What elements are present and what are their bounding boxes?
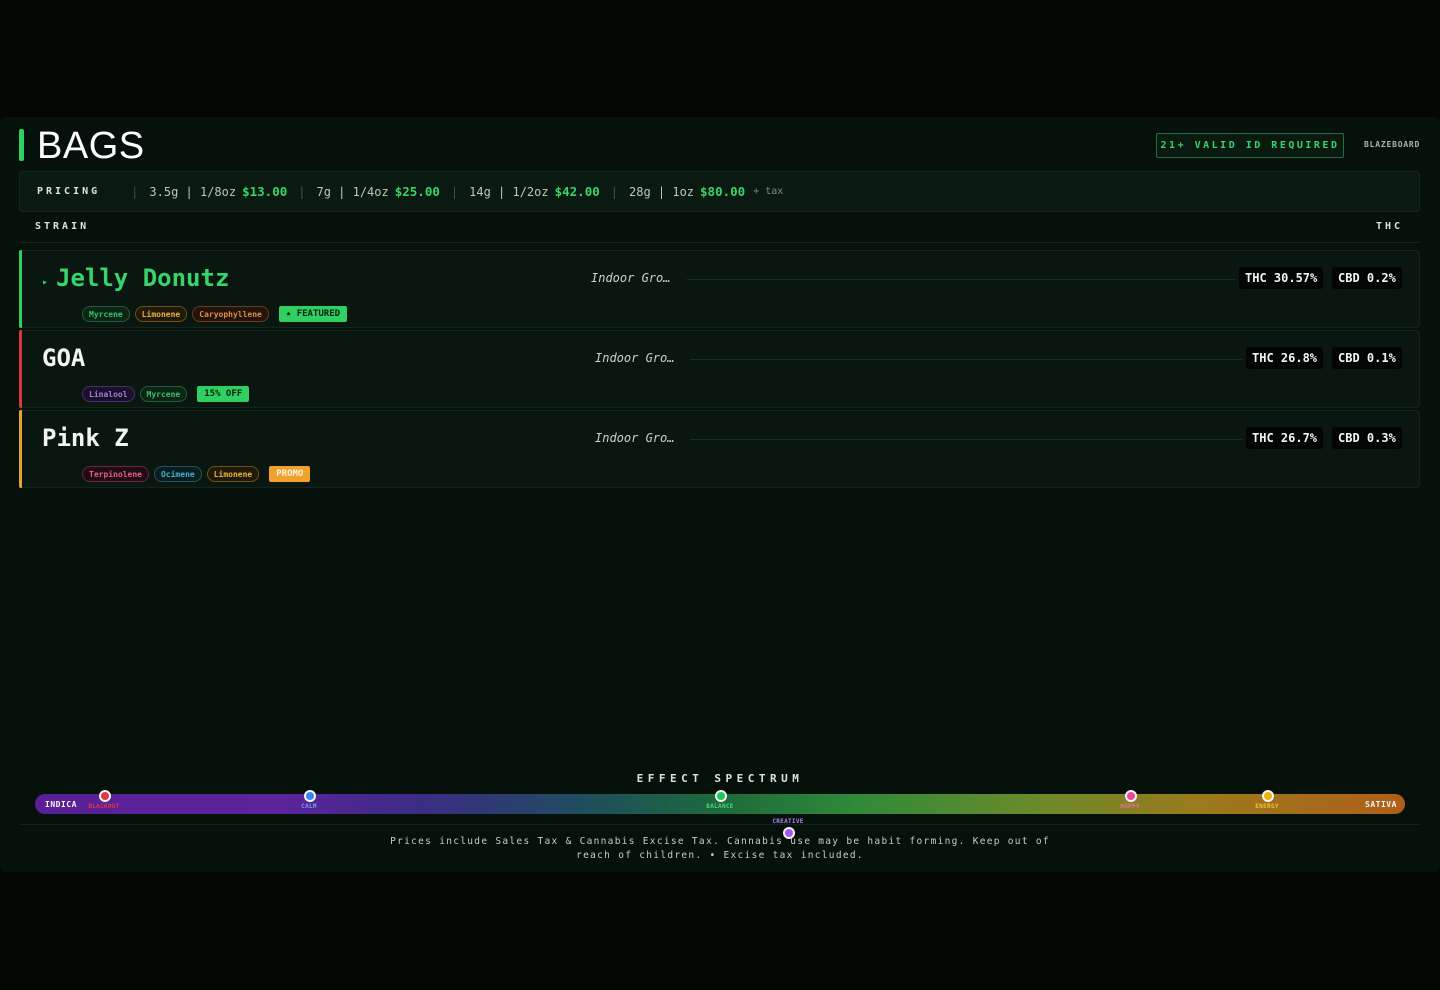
thc-pill: THC 26.7% [1246,427,1324,449]
terpene-tags: Linalool Myrcene 15% OFF [82,386,250,402]
thc-pill: THC 30.57% [1239,267,1324,289]
row-accent-bar [19,330,22,408]
divider: | [298,184,306,199]
grow-type: Indoor Gro… [591,271,671,285]
marker-label: CALM [301,803,317,810]
marker-label: HAPPY [1120,803,1140,810]
price-tier: 7g | 1/4oz $25.00 [316,184,439,199]
price-tier-size: 7g | 1/4oz [316,185,389,199]
id-required-badge: 21+ VALID ID REQUIRED [1156,133,1344,158]
price-tier-amount: $80.00 [700,184,746,199]
legal-disclaimer: Prices include Sales Tax & Cannabis Exci… [390,836,1050,861]
marker-happy [1125,790,1137,802]
grow-type: Indoor Gro… [595,351,675,365]
marker-label: BALANCE [706,803,734,810]
terpene-tag: Terpinolene [82,466,149,482]
strain-row-jelly-donutz[interactable]: ▸ Jelly Donutz Indoor Gro… THC 30.57% CB… [19,250,1420,328]
terpene-tag: Myrcene [82,306,130,322]
row-accent-bar [19,250,22,328]
strain-name: Jelly Donutz [56,264,230,292]
price-tier-size: 3.5g | 1/8oz [149,185,237,199]
pricing-label: PRICING [37,186,101,197]
promo-badge: PROMO [269,466,311,482]
price-tier-amount: $13.00 [242,184,288,199]
strain-row-pink-z[interactable]: Pink Z Indoor Gro… THC 26.7% CBD 0.3% Te… [19,410,1420,488]
page-title: BAGS [37,125,145,167]
price-tier-size: 14g | 1/2oz [469,185,549,199]
cbd-pill: CBD 0.1% [1332,347,1402,369]
row-leader-line [690,439,1242,440]
marker-energy [1262,790,1274,802]
terpene-tag: Linalool [82,386,135,402]
marker-blackout [99,790,111,802]
row-leader-line [687,279,1235,280]
row-accent-bar [19,410,22,488]
terpene-tag: Ocimene [153,466,202,482]
marker-calm [304,790,316,802]
terpene-tags: Myrcene Limonene Caryophyllene ★ FEATURE… [82,306,348,322]
price-tier-amount: $25.00 [394,184,440,199]
featured-caret-icon: ▸ [42,277,49,288]
cbd-pill: CBD 0.3% [1332,427,1402,449]
terpene-tag: Myrcene [139,386,188,402]
strain-row-goa[interactable]: GOA Indoor Gro… THC 26.8% CBD 0.1% Linal… [19,330,1420,408]
menu-board [0,117,1440,872]
strain-name: GOA [42,344,86,372]
footer-divider [19,824,1420,825]
grow-type: Indoor Gro… [595,431,675,445]
cbd-pill: CBD 0.2% [1332,267,1402,289]
terpene-tag: Limonene [206,466,260,482]
terpene-tag: Limonene [134,306,188,322]
pricing-bar: PRICING | 3.5g | 1/8oz $13.00 | 7g | 1/4o… [19,171,1420,212]
row-leader-line [690,359,1242,360]
spectrum-right-label: SATIVA [1365,800,1397,809]
price-tier: 28g | 1oz $80.00 [629,184,745,199]
price-tier-size: 28g | 1oz [629,185,695,199]
divider: | [610,184,618,199]
column-header-strain: STRAIN [35,221,90,232]
featured-badge: ★ FEATURED [278,306,348,322]
title-accent-bar [19,129,24,161]
divider: | [450,184,459,199]
terpene-tags: Terpinolene Ocimene Limonene PROMO [82,466,311,482]
spectrum-left-label: INDICA [45,800,77,809]
marker-label: ENERGY [1255,803,1279,810]
column-header-thc: THC [1376,221,1404,232]
price-tier: 3.5g | 1/8oz $13.00 [149,184,287,199]
divider: | [131,184,139,199]
strain-name: Pink Z [42,424,129,452]
price-tier-amount: $42.00 [554,184,600,199]
brand-label: BLAZEBOARD [1364,140,1421,149]
price-tier: 14g | 1/2oz $42.00 [469,184,600,199]
thc-pill: THC 26.8% [1246,347,1324,369]
discount-badge: 15% OFF [197,386,250,402]
effect-spectrum-title: EFFECT SPECTRUM [636,772,804,785]
tax-note: + tax [753,186,784,197]
terpene-tag: Caryophyllene [192,306,269,322]
header-divider [19,242,1420,243]
marker-balance [715,790,727,802]
marker-label: BLACKOUT [88,803,120,810]
